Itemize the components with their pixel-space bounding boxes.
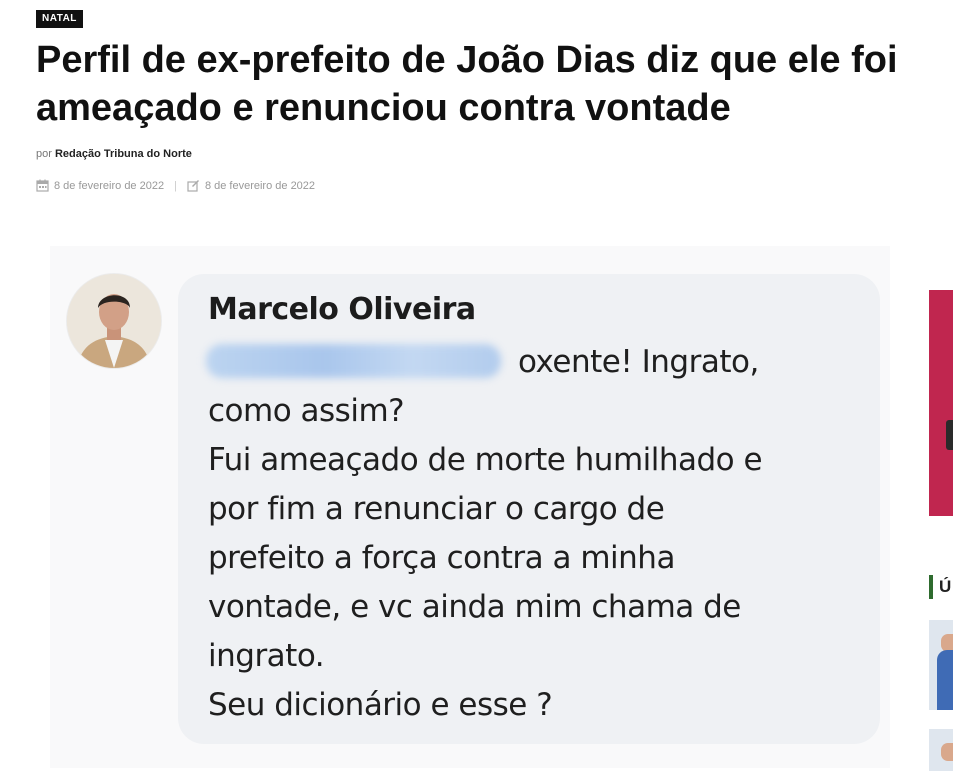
sidebar-heading-text: Ú xyxy=(939,577,952,596)
comment-line: Seu dicionário e esse ? xyxy=(208,687,553,723)
commenter-name: Marcelo Oliveira xyxy=(208,292,476,327)
article-title: Perfil de ex-prefeito de João Dias diz q… xyxy=(36,39,898,129)
meta-separator: | xyxy=(174,179,177,192)
comment-line: oxente! Ingrato, xyxy=(518,344,759,380)
comment-line: como assim? xyxy=(208,393,405,429)
thumbnail-image xyxy=(937,650,953,710)
sidebar-banner[interactable] xyxy=(929,290,953,516)
updated-date: 8 de fevereiro de 2022 xyxy=(204,179,316,192)
comment-text: oxente! Ingrato, como assim? Fui ameaçad… xyxy=(208,338,868,730)
calendar-icon xyxy=(36,179,49,192)
thumbnail-image xyxy=(941,743,953,761)
sidebar-thumbnail[interactable] xyxy=(929,620,953,710)
comment-line: Fui ameaçado de morte humilhado e xyxy=(208,442,763,478)
comment-line: prefeito a força contra a minha xyxy=(208,540,675,576)
article-page: NATAL Perfil de ex-prefeito de João Dias… xyxy=(0,0,953,771)
published-date: 8 de fevereiro de 2022 xyxy=(54,179,165,192)
comment-bubble: Marcelo Oliveira oxente! Ingrato, como a… xyxy=(178,274,880,744)
comment-line: ingrato. xyxy=(208,638,325,674)
edit-icon xyxy=(187,179,200,192)
article-meta: 8 de fevereiro de 2022 | 8 de fevereiro … xyxy=(36,179,315,192)
comment-screenshot-image: Marcelo Oliveira oxente! Ingrato, como a… xyxy=(50,246,890,768)
heading-accent-bar xyxy=(929,575,933,599)
category-tag[interactable]: NATAL xyxy=(36,10,83,28)
comment-line: vontade, e vc ainda mim chama de xyxy=(208,589,741,625)
comment-line: por fim a renunciar o cargo de xyxy=(208,491,665,527)
avatar xyxy=(67,274,161,368)
sidebar-section-heading: Ú xyxy=(929,575,953,599)
author-link[interactable]: Redação Tribuna do Norte xyxy=(55,148,192,160)
sidebar-thumbnail[interactable] xyxy=(929,729,953,771)
byline-prefix: por xyxy=(36,148,52,160)
byline: por Redação Tribuna do Norte xyxy=(36,148,192,160)
banner-graphic xyxy=(946,420,953,450)
